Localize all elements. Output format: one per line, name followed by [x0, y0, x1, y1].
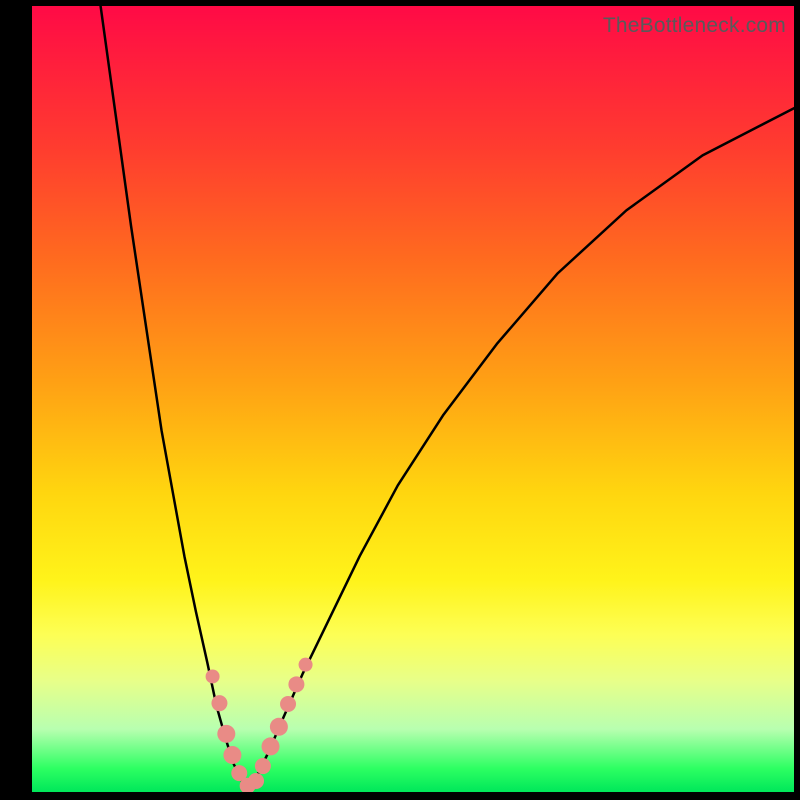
bottleneck-curve — [32, 6, 794, 792]
plot-area: TheBottleneck.com — [32, 6, 794, 792]
data-marker — [270, 718, 288, 736]
data-marker — [255, 758, 271, 774]
data-marker — [217, 725, 235, 743]
data-marker — [262, 737, 280, 755]
data-marker — [248, 773, 264, 789]
data-marker — [223, 746, 241, 764]
curve-right-branch — [247, 108, 794, 789]
curve-left-branch — [101, 6, 247, 789]
data-marker — [211, 695, 227, 711]
data-marker — [280, 696, 296, 712]
chart-frame: TheBottleneck.com — [0, 0, 800, 800]
data-marker — [288, 676, 304, 692]
data-marker — [206, 669, 220, 683]
data-marker — [299, 658, 313, 672]
